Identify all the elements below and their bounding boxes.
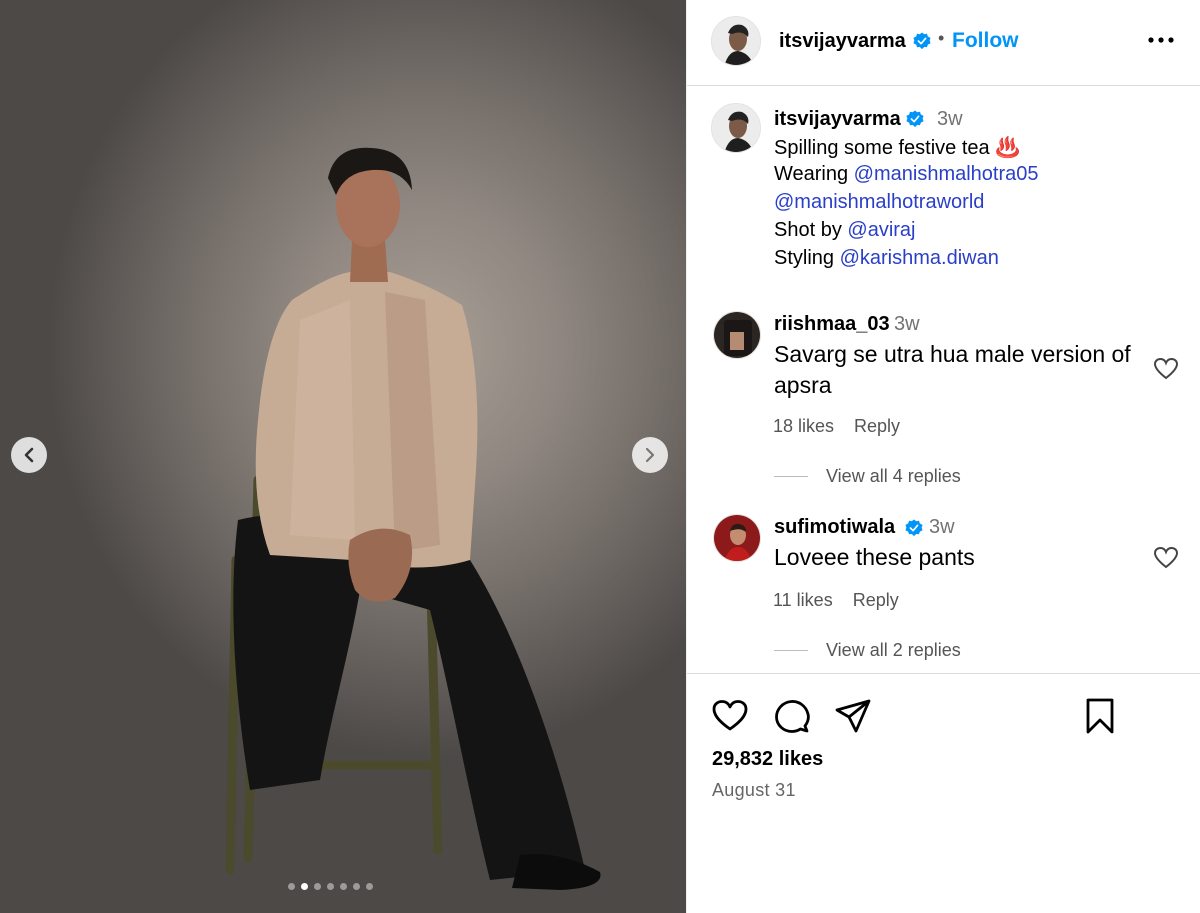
view-replies-button[interactable]: View all 4 replies [774, 466, 961, 487]
reply-button[interactable]: Reply [854, 416, 900, 436]
caption-line: Wearing @manishmalhotra05 [774, 163, 1039, 186]
carousel-dot [314, 883, 321, 890]
verified-badge-icon [913, 32, 931, 50]
likes-count[interactable]: 29,832 likes [712, 748, 823, 771]
caption-line: Shot by @aviraj [774, 219, 916, 242]
paper-plane-icon[interactable] [834, 698, 872, 734]
caption-username[interactable]: itsvijayvarma [774, 108, 901, 131]
comment-username[interactable]: sufimotiwala [774, 516, 895, 539]
caption-text: Styling [774, 247, 840, 269]
comment-username[interactable]: riishmaa_03 [774, 313, 890, 336]
bookmark-icon[interactable] [1081, 698, 1119, 734]
post-media[interactable] [0, 0, 686, 913]
reply-button[interactable]: Reply [853, 590, 899, 610]
post-date[interactable]: August 31 [712, 780, 796, 801]
view-replies-label: View all 2 replies [826, 640, 961, 660]
caption-line: Styling @karishma.diwan [774, 247, 999, 270]
comment-likes[interactable]: 18 likes [773, 416, 834, 436]
caption-timestamp[interactable]: 3w [937, 108, 963, 131]
comment-text: Savarg se utra hua male version of apsra [774, 341, 1131, 398]
comment-timestamp[interactable]: 3w [894, 313, 920, 336]
heart-icon[interactable] [1153, 546, 1179, 570]
comment-likes[interactable]: 11 likes [773, 590, 833, 610]
caption-line: @manishmalhotraworld [774, 191, 984, 214]
view-replies-label: View all 4 replies [826, 466, 961, 486]
comment-meta: 18 likes Reply [773, 416, 920, 437]
avatar[interactable] [711, 103, 761, 153]
caption-text: Shot by [774, 219, 848, 241]
comment-meta: 11 likes Reply [773, 590, 919, 611]
follow-button[interactable]: Follow [952, 29, 1019, 53]
carousel-dot [327, 883, 334, 890]
avatar[interactable] [711, 16, 761, 66]
mention-link[interactable]: @manishmalhotra05 [854, 163, 1039, 185]
carousel-next-button[interactable] [632, 437, 668, 473]
comment-timestamp[interactable]: 3w [929, 516, 955, 539]
chevron-right-icon [645, 447, 655, 463]
chevron-left-icon [24, 447, 34, 463]
divider [774, 476, 808, 477]
more-horizontal-icon[interactable] [1147, 30, 1175, 50]
post-panel: itsvijayvarma • Follow itsvijayvarma 3w [686, 0, 1200, 913]
comment-item: sufimotiwala 3w Loveee these pants 11 li… [687, 514, 1200, 664]
verified-badge-icon [905, 519, 923, 537]
caption-line: Spilling some festive tea ♨️ [774, 135, 1020, 160]
separator-dot: • [938, 28, 945, 48]
carousel-dot [366, 883, 373, 890]
mention-link[interactable]: @manishmalhotraworld [774, 191, 984, 213]
verified-badge-icon [906, 110, 924, 128]
comment-item: riishmaa_03 3w Savarg se utra hua male v… [687, 311, 1200, 491]
post-photo [225, 147, 601, 890]
divider [774, 650, 808, 651]
heart-icon[interactable] [1153, 357, 1179, 381]
view-replies-button[interactable]: View all 2 replies [774, 640, 961, 661]
post-actions: 29,832 likes August 31 [687, 673, 1200, 913]
carousel-dot [301, 883, 308, 890]
carousel-prev-button[interactable] [11, 437, 47, 473]
carousel-dot [353, 883, 360, 890]
comment-bubble-icon[interactable] [773, 698, 811, 734]
mention-link[interactable]: @aviraj [847, 219, 915, 241]
caption-text: Wearing [774, 163, 854, 185]
avatar[interactable] [713, 514, 761, 562]
post-header: itsvijayvarma • Follow [687, 0, 1200, 86]
heart-icon[interactable] [711, 698, 749, 734]
carousel-dot [288, 883, 295, 890]
mention-link[interactable]: @karishma.diwan [840, 247, 999, 269]
avatar[interactable] [713, 311, 761, 359]
post-author-username[interactable]: itsvijayvarma [779, 30, 906, 53]
caption-text: Spilling some festive tea ♨️ [774, 137, 1021, 159]
carousel-indicator [288, 883, 373, 890]
comment-text: Loveee these pants [774, 544, 975, 570]
carousel-dot [340, 883, 347, 890]
